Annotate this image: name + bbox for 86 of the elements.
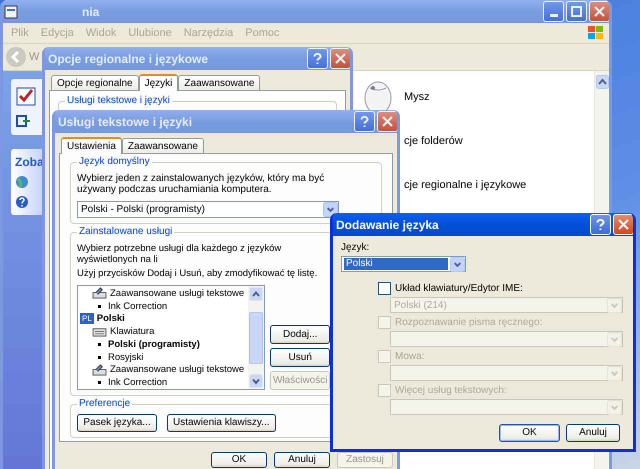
group-title: Zainstalowane usługi — [77, 226, 174, 238]
max-button[interactable] — [566, 1, 587, 22]
dialog-button[interactable]: Ustawienia klawiszy... — [167, 414, 276, 432]
services-tree[interactable]: Zaawansowane usługi tekstowe Ink Correction PL Polski Klawiatura Polski (programisty) Rosyjski Zaawansowane usługi tekstowe Ink Correction — [77, 285, 265, 390]
field-label: Język: — [341, 242, 370, 253]
chevron-down-icon — [323, 202, 338, 217]
tab[interactable]: Zaawansowane — [178, 75, 260, 90]
description: Wybierz jeden z zainstalowanych języków, który ma być używany podczas uruchamiania komputera. — [77, 173, 326, 195]
min-button[interactable] — [543, 1, 564, 22]
group-title: Język domyślny — [77, 156, 152, 168]
windows-logo-icon — [587, 25, 605, 41]
dialog-button[interactable]: Dodaj... — [270, 325, 330, 344]
checkbox-label: Układ klawiatury/Edytor IME: — [395, 283, 523, 294]
tree-item[interactable]: Polski (programisty) — [108, 338, 200, 350]
group-title: Preferencje — [77, 398, 132, 410]
window-title: nia — [81, 4, 100, 18]
tree-item[interactable]: Zaawansowane usługi tekstowe — [110, 364, 244, 376]
close-button[interactable] — [377, 111, 397, 132]
tab[interactable]: Ustawienia — [61, 137, 122, 154]
window-icon — [4, 4, 20, 20]
help-icon — [594, 218, 607, 231]
dialog-button[interactable]: OK — [499, 424, 560, 442]
tree-item[interactable]: Ink Correction — [108, 300, 168, 312]
chevron-down-icon — [607, 400, 622, 414]
chevron-down-icon — [607, 332, 622, 346]
dialog-button[interactable]: Anuluj — [274, 452, 330, 468]
close-button[interactable] — [589, 1, 609, 22]
close-button[interactable] — [613, 214, 633, 235]
help-button[interactable] — [590, 214, 611, 235]
tree-item[interactable]: Rosyjski — [108, 352, 144, 363]
help-icon — [358, 115, 371, 128]
control-panel-item[interactable]: cje regionalne i językowe — [404, 179, 526, 191]
bullet-icon — [98, 342, 101, 346]
scroll-up-icon — [249, 287, 263, 301]
checkbox[interactable] — [378, 282, 391, 295]
chevron-down-icon — [607, 298, 622, 312]
chevron-down-icon — [450, 256, 465, 272]
maximize-icon — [570, 5, 583, 18]
chevron-down-icon — [607, 366, 622, 380]
close-button[interactable] — [330, 48, 350, 69]
bullet-icon — [98, 356, 101, 359]
checkbox-label: Mowa: — [395, 351, 424, 362]
exit-icon — [15, 113, 31, 129]
dialog-button[interactable]: Pasek języka... — [77, 414, 157, 432]
help-icon — [15, 195, 29, 209]
dialog-button[interactable]: OK — [211, 452, 267, 468]
close-icon — [334, 52, 347, 65]
close-icon — [593, 5, 606, 18]
bullet-icon — [98, 304, 101, 308]
language-badge: PL — [80, 313, 94, 324]
help-button[interactable] — [307, 48, 328, 69]
checkbox-label: Rozpoznawanie pisma ręcznego: — [395, 317, 542, 328]
tree-item[interactable]: Polski — [96, 313, 125, 324]
tree-item[interactable]: Zaawansowane usługi tekstowe — [110, 288, 244, 299]
dialog-button[interactable]: Usuń — [270, 348, 330, 367]
bullet-icon — [98, 381, 101, 384]
window-title: Opcje regionalne i językowe — [47, 52, 210, 66]
close-icon — [617, 218, 630, 231]
text-services-icon — [92, 364, 107, 376]
minimize-icon — [550, 14, 558, 17]
tab[interactable]: Opcje regionalne — [51, 75, 139, 90]
checkbox-label: Więcej usług tekstowych: — [395, 385, 507, 396]
tree-item[interactable]: Ink Correction — [108, 377, 168, 388]
back-label: W — [29, 51, 40, 63]
tab[interactable]: Języki — [138, 74, 178, 91]
language-dropdown[interactable]: Polski — [341, 256, 466, 272]
scroll-down-icon — [249, 374, 263, 388]
tree-item[interactable]: Klawiatura — [110, 326, 154, 338]
dialog-button[interactable]: Anuluj — [566, 424, 620, 442]
description: Użyj przycisków Dodaj i Usuń, aby zmodyfikować tę listę. — [77, 268, 318, 279]
tab[interactable]: Zaawansowane — [122, 138, 204, 153]
globe-icon — [15, 175, 29, 189]
keyboard-icon — [92, 326, 107, 338]
help-icon — [311, 52, 324, 65]
window-title: Dodawanie języka — [335, 218, 440, 232]
control-panel-item[interactable]: cje folderów — [404, 135, 463, 147]
control-panel-item[interactable]: Mysz — [404, 91, 430, 103]
description: Wybierz potrzebne usługi dla każdego z języków wyświetlonych na li — [77, 243, 282, 265]
window-title: Usługi tekstowe i języki — [57, 114, 194, 128]
text-services-icon — [92, 287, 107, 300]
scrollbar[interactable] — [596, 75, 608, 89]
scrollbar[interactable] — [248, 286, 264, 389]
group-title: Usługi tekstowe i języki — [65, 95, 172, 107]
close-icon — [381, 115, 394, 128]
language-dropdown[interactable]: Polski - Polski (programisty) — [77, 201, 339, 218]
help-button[interactable] — [354, 111, 375, 132]
